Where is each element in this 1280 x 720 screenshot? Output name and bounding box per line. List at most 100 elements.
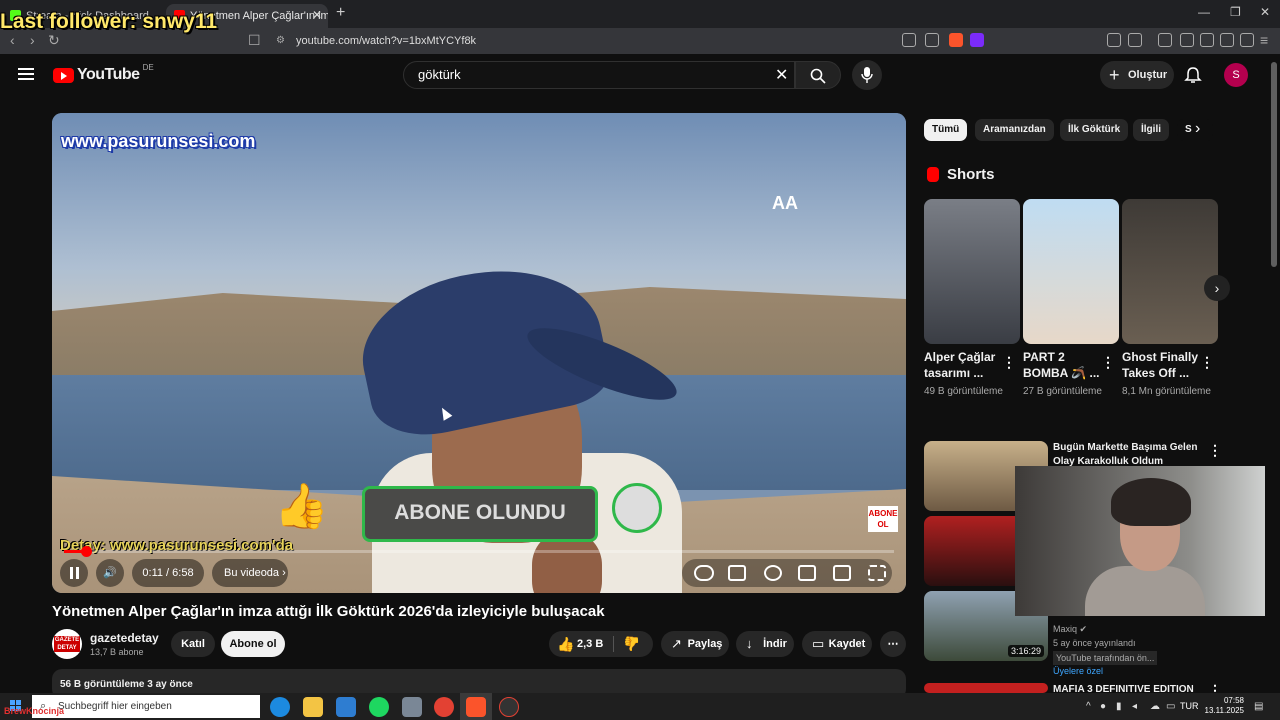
short-title[interactable]: Alper Çağlar tasarımı ...: [924, 349, 1004, 381]
spotify-icon[interactable]: [369, 697, 389, 717]
bookmark-icon[interactable]: ☐: [248, 32, 261, 49]
search-icon: [810, 68, 826, 84]
hamburger-menu-icon[interactable]: [18, 68, 34, 80]
like-count[interactable]: 2,3 B: [577, 638, 603, 650]
save-button[interactable]: ▭ Kaydet: [802, 631, 872, 657]
voice-search-button[interactable]: [852, 60, 882, 90]
tray-clock[interactable]: 07:58 13.11.2025: [1204, 696, 1244, 716]
brave-taskbar-icon[interactable]: [466, 697, 486, 717]
media-icon[interactable]: [1158, 33, 1172, 47]
store-icon[interactable]: [336, 697, 356, 717]
fullscreen-icon[interactable]: [868, 565, 886, 581]
sidebar-icon[interactable]: [1180, 33, 1194, 47]
tray-chevron-icon[interactable]: ^: [1086, 701, 1091, 712]
page-scrollbar[interactable]: [1271, 62, 1277, 267]
subtitles-icon[interactable]: [728, 565, 746, 581]
wallet-icon[interactable]: [1200, 33, 1214, 47]
short-title[interactable]: Ghost Finally Takes Off ...: [1122, 349, 1202, 381]
tray-mic-icon[interactable]: ▮: [1116, 701, 1122, 712]
leo-ai-icon[interactable]: [1220, 33, 1234, 47]
vpn-icon[interactable]: [1240, 33, 1254, 47]
like-overlay-icon: 👍: [274, 482, 329, 531]
volume-button[interactable]: 🔊: [96, 559, 124, 587]
short-menu-icon[interactable]: ⋮: [1101, 354, 1115, 371]
download-label: İndir: [763, 638, 787, 650]
chip-from-search[interactable]: Aramanızdan: [975, 119, 1054, 141]
short-menu-icon[interactable]: ⋮: [1002, 354, 1016, 371]
subscribe-button[interactable]: Abone ol: [221, 631, 285, 657]
cast-player-icon[interactable]: [833, 565, 851, 581]
calculator-icon[interactable]: [402, 697, 422, 717]
reload-icon[interactable]: ↻: [48, 32, 60, 49]
chip-related[interactable]: İlgili: [1133, 119, 1169, 141]
obs-icon[interactable]: [499, 697, 519, 717]
create-button[interactable]: + Oluştur: [1100, 61, 1174, 89]
browser-menu-icon[interactable]: ≡: [1260, 32, 1268, 48]
recommendation-menu-icon[interactable]: ⋮: [1208, 442, 1222, 459]
chip-ilk-gokturk[interactable]: İlk Göktürk: [1060, 119, 1129, 141]
taskbar-search-placeholder: Suchbegriff hier eingeben: [58, 701, 172, 712]
tray-display-icon[interactable]: ▭: [1166, 701, 1175, 712]
new-tab-button[interactable]: +: [336, 4, 345, 22]
url-field[interactable]: ⚙ youtube.com/watch?v=1bxMtYCYf8k: [272, 32, 992, 50]
minimize-icon[interactable]: —: [1198, 5, 1210, 19]
tray-volume-icon[interactable]: ◂: [1132, 701, 1137, 712]
join-button[interactable]: Katıl: [171, 631, 215, 657]
tray-language[interactable]: TUR: [1180, 701, 1199, 711]
more-actions-button[interactable]: ⋯: [880, 631, 906, 657]
recommendation-title[interactable]: Bugün Markette Başıma Gelen Olay Karakol…: [1053, 441, 1203, 469]
brave-shields-icon[interactable]: [949, 33, 963, 47]
like-icon[interactable]: 👍: [557, 631, 574, 657]
miniplayer-icon[interactable]: [798, 565, 816, 581]
tray-network-icon[interactable]: ☁: [1150, 701, 1160, 712]
abone-ol-badge: ABONE OL: [868, 506, 898, 532]
search-button[interactable]: [795, 61, 841, 89]
autoplay-toggle[interactable]: [694, 565, 714, 581]
channel-avatar[interactable]: GAZETE DETAY: [52, 629, 82, 659]
channel-name[interactable]: gazetedetay: [90, 631, 159, 645]
recommendation-channel[interactable]: Maxiq ✔: [1053, 622, 1087, 636]
chrome-icon[interactable]: [434, 697, 454, 717]
short-menu-icon[interactable]: ⋮: [1200, 354, 1214, 371]
screenshot-icon[interactable]: [1128, 33, 1142, 47]
share-icon: ↗: [671, 636, 682, 651]
short-title[interactable]: PART 2 BOMBA 🪃 ...: [1023, 349, 1103, 381]
short-thumbnail[interactable]: [1023, 199, 1119, 344]
youtube-logo[interactable]: YouTube DE: [53, 63, 154, 84]
shorts-next-arrow-icon[interactable]: ›: [1204, 275, 1230, 301]
progress-bar[interactable]: [64, 546, 894, 557]
brave-rewards-icon[interactable]: [970, 33, 984, 47]
forward-icon[interactable]: ›: [30, 32, 35, 48]
notifications-icon[interactable]: ▤: [1254, 701, 1263, 712]
file-explorer-icon[interactable]: [303, 697, 323, 717]
close-window-icon[interactable]: ✕: [1260, 5, 1270, 19]
notifications-bell-icon[interactable]: [1184, 66, 1202, 84]
edge-icon[interactable]: [270, 697, 290, 717]
download-button[interactable]: ↓ İndir: [736, 631, 794, 657]
recommendation-thumbnail[interactable]: [924, 683, 1048, 693]
taskbar-search-input[interactable]: ⌕ Suchbegriff hier eingeben: [32, 695, 260, 718]
close-tab-icon[interactable]: ✕: [312, 6, 322, 24]
back-icon[interactable]: ‹: [10, 32, 15, 48]
streamer-webcam: [1015, 466, 1265, 616]
chip-all[interactable]: Tümü: [924, 119, 968, 141]
tray-app-icon[interactable]: ●: [1100, 701, 1106, 712]
search-input[interactable]: göktürk: [403, 61, 795, 89]
account-avatar[interactable]: S: [1224, 63, 1248, 87]
short-thumbnail[interactable]: [1122, 199, 1218, 344]
short-thumbnail[interactable]: [924, 199, 1020, 344]
video-player[interactable]: www.pasurunsesi.com AA 👍 ABONE OLUNDU AB…: [52, 113, 906, 593]
extensions-icon[interactable]: [1107, 33, 1121, 47]
settings-gear-icon[interactable]: [764, 565, 782, 581]
share-page-icon[interactable]: [925, 33, 939, 47]
save-label: Kaydet: [828, 638, 866, 650]
site-info-icon[interactable]: ⚙: [276, 32, 285, 50]
dislike-icon[interactable]: 👍: [623, 631, 640, 657]
chapters-button[interactable]: Bu videoda ›: [212, 559, 288, 587]
pause-button[interactable]: [60, 559, 88, 587]
restore-icon[interactable]: ❐: [1230, 5, 1241, 19]
clear-search-icon[interactable]: ✕: [775, 65, 788, 85]
chips-next-arrow-icon[interactable]: ›: [1195, 120, 1200, 138]
cast-icon[interactable]: [902, 33, 916, 47]
share-button[interactable]: ↗ Paylaş: [661, 631, 729, 657]
